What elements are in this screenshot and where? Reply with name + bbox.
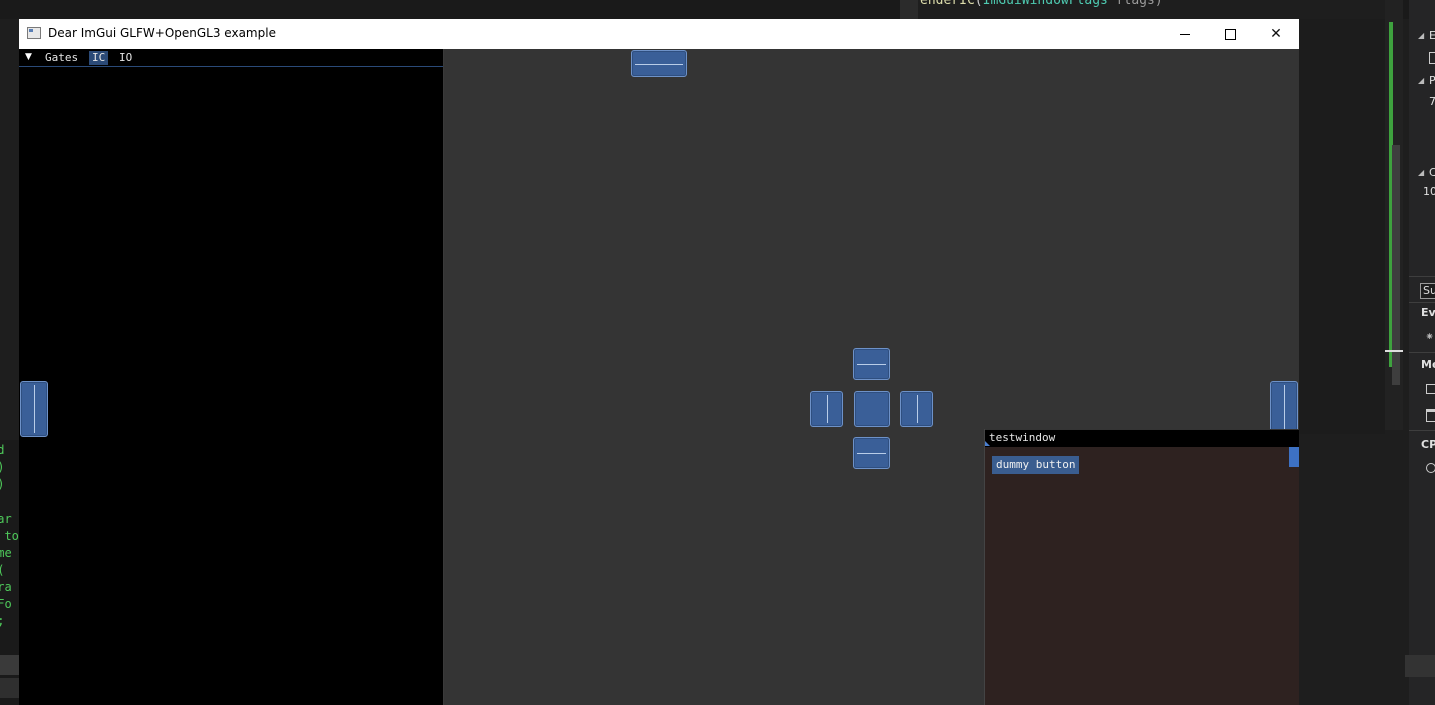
tab-ic[interactable]: IC bbox=[89, 51, 109, 65]
cursor-marker bbox=[1385, 350, 1403, 352]
ide-gutter bbox=[900, 0, 918, 19]
code-fragment: nd bbox=[0, 443, 5, 457]
dock-split-bottom-button[interactable] bbox=[853, 437, 890, 469]
ide-diagnostics-panel: ◢ E ◢ P 7 ◢ C 10 Su Eve ⁕ Me CP bbox=[1409, 0, 1435, 705]
ide-scrollbar[interactable] bbox=[1385, 0, 1403, 430]
ide-code-snippet: enderIC(ImGuiWindowFlags flags) bbox=[900, 0, 1385, 19]
code-fragment: dra bbox=[0, 580, 12, 594]
panel-section-label: CP bbox=[1421, 438, 1435, 451]
code-fragment: t to bbox=[4, 529, 19, 543]
heap-icon[interactable] bbox=[1426, 409, 1435, 422]
divider bbox=[1409, 276, 1435, 277]
close-button[interactable]: ✕ bbox=[1253, 19, 1299, 49]
drag-preview-highlight bbox=[1289, 447, 1299, 467]
testwindow[interactable]: testwindow dummy button bbox=[984, 429, 1299, 705]
app-window: Dear ImGui GLFW+OpenGL3 example ✕ ▼ Gate… bbox=[19, 19, 1299, 705]
code-param: flags) bbox=[1107, 0, 1163, 8]
divider bbox=[1409, 302, 1435, 303]
window-title: Dear ImGui GLFW+OpenGL3 example bbox=[48, 26, 276, 40]
ide-code-line: enderIC(ImGuiWindowFlags flags) bbox=[920, 0, 1163, 8]
dock-split-top-button[interactable] bbox=[853, 348, 890, 380]
record-icon[interactable] bbox=[1426, 463, 1435, 473]
events-icon[interactable]: ⁕ bbox=[1425, 330, 1434, 343]
dock-split-right-button[interactable] bbox=[900, 391, 933, 427]
checkbox-icon[interactable] bbox=[1429, 52, 1435, 64]
code-fragment: r( bbox=[0, 563, 4, 577]
panel-item[interactable]: C bbox=[1429, 166, 1435, 179]
ide-status-strip bbox=[1405, 655, 1435, 677]
code-function-name: enderIC bbox=[920, 0, 975, 8]
collapse-arrow-icon[interactable]: ▼ bbox=[25, 52, 35, 64]
ide-status-bar bbox=[0, 678, 19, 698]
tab-bar: ▼ Gates IC IO bbox=[19, 49, 444, 67]
tab-gates[interactable]: Gates bbox=[42, 51, 81, 65]
tab-io[interactable]: IO bbox=[116, 51, 135, 65]
tab-underline bbox=[19, 66, 444, 67]
code-fragment: ame bbox=[0, 546, 12, 560]
divider bbox=[1409, 352, 1435, 353]
expand-arrow-icon[interactable]: ◢ bbox=[1418, 168, 1424, 177]
expand-arrow-icon[interactable]: ◢ bbox=[1418, 76, 1424, 85]
ide-left-code-fragment: nd () () ear t to ame r( dra rFo ); bbox=[0, 440, 19, 705]
code-fragment: () bbox=[0, 460, 4, 474]
collapse-arrow-icon[interactable] bbox=[985, 441, 990, 446]
app-icon bbox=[27, 27, 41, 39]
window-titlebar[interactable]: Dear ImGui GLFW+OpenGL3 example ✕ bbox=[19, 19, 1299, 49]
divider bbox=[1409, 430, 1435, 431]
code-type-name: ImGuiWindowFlags bbox=[982, 0, 1108, 8]
maximize-button[interactable] bbox=[1207, 19, 1253, 49]
minimize-icon bbox=[1180, 33, 1190, 35]
snapshot-icon[interactable] bbox=[1426, 384, 1435, 394]
testwindow-title: testwindow bbox=[989, 431, 1056, 444]
code-fragment: ear bbox=[0, 512, 12, 526]
expand-arrow-icon[interactable]: ◢ bbox=[1418, 31, 1424, 40]
code-fragment: ); bbox=[0, 614, 4, 628]
ide-status-bar bbox=[0, 655, 19, 675]
tab-selector[interactable]: Su bbox=[1420, 283, 1435, 299]
panel-item[interactable]: P bbox=[1429, 74, 1435, 87]
testwindow-titlebar[interactable]: testwindow bbox=[985, 429, 1299, 447]
panel-section-label: Eve bbox=[1421, 306, 1435, 319]
scrollbar-thumb[interactable] bbox=[1392, 145, 1400, 385]
code-fragment: () bbox=[0, 477, 4, 491]
maximize-icon bbox=[1224, 28, 1236, 40]
dock-top-edge-button[interactable] bbox=[631, 50, 687, 77]
ide-editor-background bbox=[1299, 19, 1385, 434]
close-icon: ✕ bbox=[1270, 26, 1282, 42]
left-dock-panel: ▼ Gates IC IO bbox=[19, 49, 444, 705]
dummy-button[interactable]: dummy button bbox=[992, 456, 1080, 474]
dock-center-button[interactable] bbox=[854, 391, 890, 427]
panel-item: 10 bbox=[1423, 185, 1435, 198]
code-fragment: rFo bbox=[0, 597, 12, 611]
panel-section-label: Me bbox=[1421, 358, 1435, 371]
panel-item[interactable]: E bbox=[1429, 29, 1435, 42]
dock-left-edge-button[interactable] bbox=[20, 381, 48, 437]
panel-item: 7 bbox=[1429, 95, 1435, 108]
minimize-button[interactable] bbox=[1162, 19, 1208, 49]
dock-split-left-button[interactable] bbox=[810, 391, 843, 427]
